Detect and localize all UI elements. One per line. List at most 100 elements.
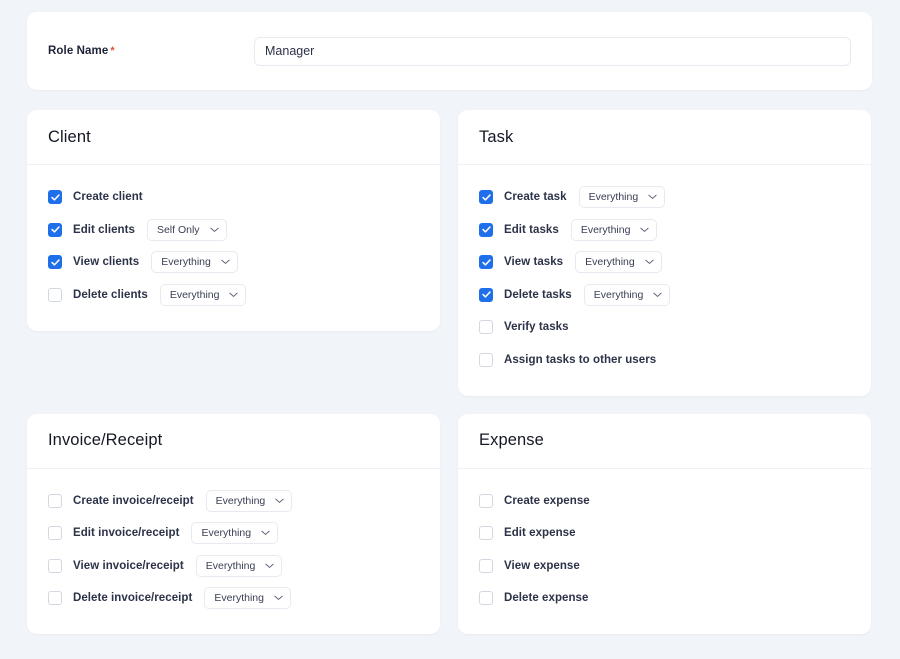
permission-label: View expense [504,560,580,572]
card-header: Expense [458,414,871,469]
checkbox-delete-clients[interactable] [48,288,62,302]
role-permissions-page: Role Name* Client Create client Edit clien… [0,0,900,659]
permission-row: Delete invoice/receipt Everything [48,588,419,608]
checkbox-create-invoice-receipt[interactable] [48,494,62,508]
scope-select-value: Everything [594,289,644,301]
permission-label: Delete expense [504,592,588,604]
scope-select-value: Everything [206,560,256,572]
scope-select-create-task[interactable]: Everything [579,186,666,208]
scope-select-value: Everything [170,289,220,301]
checkbox-assign-tasks-to-other-users[interactable] [479,353,493,367]
card-title: Invoice/Receipt [48,431,162,450]
checkbox-create-client[interactable] [48,190,62,204]
permission-row: View expense [479,556,850,576]
scope-select-view-clients[interactable]: Everything [151,251,238,273]
permission-row: Create task Everything [479,187,850,207]
role-name-label-text: Role Name [48,45,108,57]
permission-row: Create expense [479,491,850,511]
chevron-down-icon [274,595,283,601]
permission-label: Edit expense [504,527,576,539]
scope-select-value: Everything [216,495,266,507]
permission-row: Assign tasks to other users [479,350,850,370]
scope-select-view-invoice-receipt[interactable]: Everything [196,555,283,577]
chevron-down-icon [648,194,657,200]
scope-select-delete-clients[interactable]: Everything [160,284,247,306]
checkbox-edit-tasks[interactable] [479,223,493,237]
chevron-down-icon [210,227,219,233]
scope-select-delete-tasks[interactable]: Everything [584,284,671,306]
permission-label: View clients [73,256,139,268]
checkbox-create-expense[interactable] [479,494,493,508]
permission-card-expense: Expense Create expense Edit expense View ex… [458,414,871,635]
permission-label: Delete tasks [504,289,572,301]
scope-select-create-invoice-receipt[interactable]: Everything [206,490,293,512]
checkbox-verify-tasks[interactable] [479,320,493,334]
permission-label: Create client [73,191,143,203]
permission-label: Edit clients [73,224,135,236]
permission-label: Edit tasks [504,224,559,236]
permission-row: Create client [48,187,419,207]
scope-select-value: Everything [581,224,631,236]
required-asterisk-icon: * [110,45,114,57]
permission-card-client: Client Create client Edit clients Self Only… [27,110,440,331]
permission-card-task: TaskCreate taskEverythingEdit tasksEvery… [458,110,871,396]
checkbox-edit-expense[interactable] [479,526,493,540]
permission-row: View tasks Everything [479,252,850,272]
checkbox-delete-expense[interactable] [479,591,493,605]
permission-card-invoice-receipt: Invoice/Receipt Create invoice/receipt Eve… [27,414,440,635]
permission-row: Edit tasks Everything [479,220,850,240]
role-name-label: Role Name* [48,45,254,57]
card-title: Client [48,128,91,147]
permission-label: View tasks [504,256,563,268]
scope-select-value: Everything [589,191,639,203]
card-header: Client [27,110,440,165]
checkbox-view-clients[interactable] [48,255,62,269]
scope-select-edit-invoice-receipt[interactable]: Everything [191,522,278,544]
card-body: Create expense Edit expense View expense De… [458,469,871,635]
permission-label: Verify tasks [504,321,569,333]
scope-select-view-tasks[interactable]: Everything [575,251,662,273]
permission-row: Verify tasks [479,317,850,337]
permission-row: Create invoice/receipt Everything [48,491,419,511]
chevron-down-icon [275,498,284,504]
role-name-input[interactable] [254,37,851,66]
card-body: Create invoice/receipt Everything Edit inv… [27,469,440,635]
scope-select-value: Self Only [157,224,200,236]
permission-row: View clients Everything [48,252,419,272]
permission-row: Delete clientsEverything [48,285,419,305]
checkbox-view-tasks[interactable] [479,255,493,269]
permission-label: Delete invoice/receipt [73,592,192,604]
permission-label: Create expense [504,495,590,507]
card-title: Expense [479,431,544,450]
card-body: Create task Everything Edit tasks Everythin… [458,165,871,396]
permission-label: Create task [504,191,567,203]
scope-select-edit-tasks[interactable]: Everything [571,219,658,241]
chevron-down-icon [221,259,230,265]
checkbox-create-task[interactable] [479,190,493,204]
chevron-down-icon [640,227,649,233]
permission-row: Edit clients Self Only [48,220,419,240]
permission-row: Delete expense [479,588,850,608]
permission-row: View invoice/receiptEverything [48,556,419,576]
checkbox-view-invoice-receipt[interactable] [48,559,62,573]
checkbox-delete-tasks[interactable] [479,288,493,302]
checkbox-edit-clients[interactable] [48,223,62,237]
permission-label: Edit invoice/receipt [73,527,179,539]
card-header: Invoice/Receipt [27,414,440,469]
chevron-down-icon [645,259,654,265]
scope-select-value: Everything [201,527,251,539]
permission-label: Assign tasks to other users [504,354,656,366]
scope-select-edit-clients[interactable]: Self Only [147,219,227,241]
checkbox-delete-invoice-receipt[interactable] [48,591,62,605]
role-name-card: Role Name* [27,12,872,90]
permission-label: Create invoice/receipt [73,495,194,507]
permission-row: Edit expense [479,523,850,543]
scope-select-value: Everything [585,256,635,268]
card-body: Create client Edit clients Self Only View c… [27,165,440,331]
checkbox-view-expense[interactable] [479,559,493,573]
scope-select-delete-invoice-receipt[interactable]: Everything [204,587,291,609]
chevron-down-icon [653,292,662,298]
checkbox-edit-invoice-receipt[interactable] [48,526,62,540]
chevron-down-icon [261,530,270,536]
chevron-down-icon [229,292,238,298]
